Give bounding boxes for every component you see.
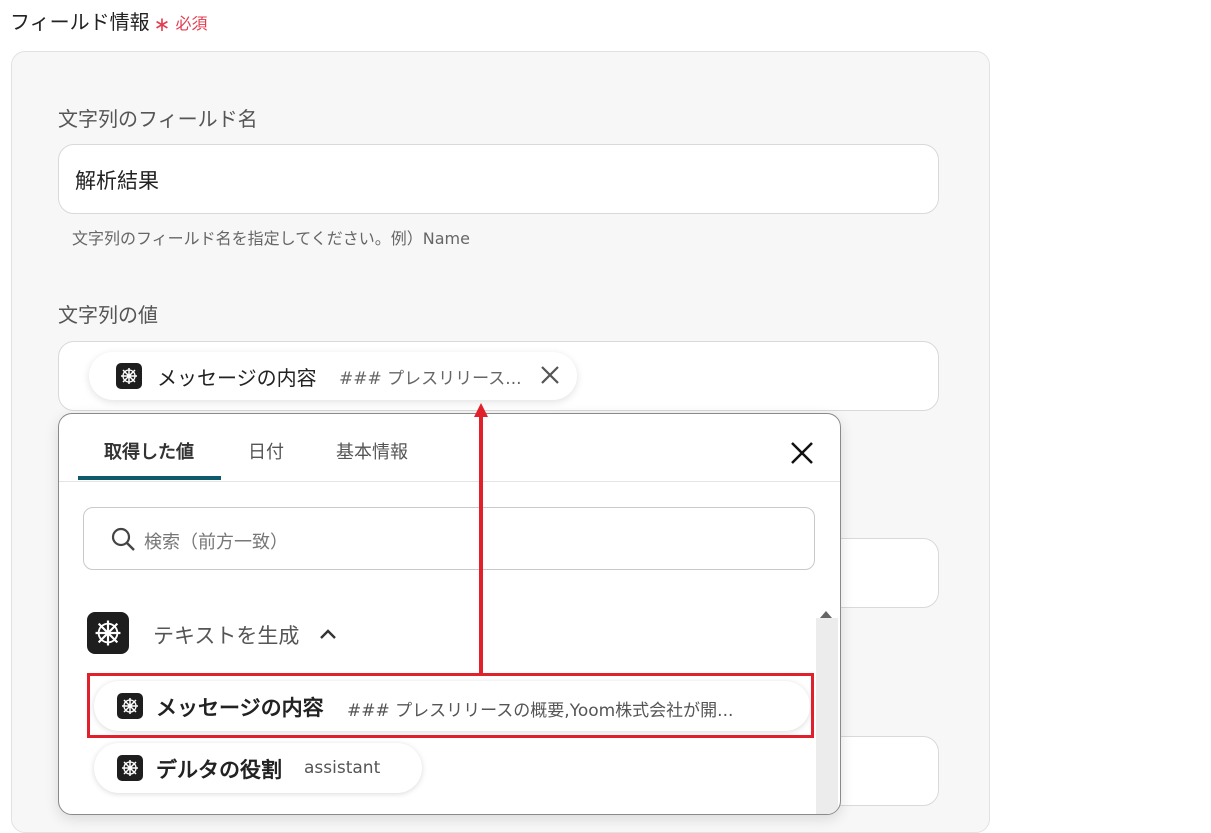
active-tab-indicator <box>78 476 221 480</box>
app-icon <box>116 363 142 389</box>
close-icon[interactable] <box>789 440 815 470</box>
required-indicator: ∗ 必須 <box>153 12 208 36</box>
app-icon <box>87 612 129 654</box>
app-icon <box>117 755 143 781</box>
annotation-highlight-box <box>87 673 814 738</box>
annotation-arrow-head <box>474 403 488 417</box>
chevron-up-icon <box>319 626 337 645</box>
group-text-generation[interactable]: テキストを生成 <box>87 612 387 656</box>
list-item-preview: assistant <box>304 758 381 778</box>
search-icon <box>110 526 136 556</box>
list-item-delta-role[interactable]: デルタの役割 assistant <box>94 743 422 793</box>
tab-divider <box>59 481 840 482</box>
annotation-arrow-line <box>479 415 483 673</box>
search-input[interactable]: 検索（前方一致） <box>83 507 815 570</box>
chip-label: メッセージの内容 <box>157 366 317 390</box>
chip-remove-icon[interactable] <box>539 364 561 390</box>
tab-acquired-values[interactable]: 取得した値 <box>104 438 194 464</box>
tab-basic-info[interactable]: 基本情報 <box>336 438 408 464</box>
field-name-value: 解析結果 <box>75 169 159 193</box>
tab-date[interactable]: 日付 <box>248 438 284 464</box>
field-name-input[interactable]: 解析結果 <box>58 144 939 214</box>
required-asterisk: ∗ <box>153 12 171 36</box>
section-title-text: フィールド情報 <box>10 10 150 34</box>
search-placeholder: 検索（前方一致） <box>144 532 288 553</box>
section-title: フィールド情報 ∗ 必須 <box>10 6 208 36</box>
field-value-label: 文字列の値 <box>58 303 158 327</box>
list-item-label: デルタの役割 <box>156 758 282 782</box>
required-label: 必須 <box>175 14 208 33</box>
scrollbar-track[interactable] <box>816 618 838 814</box>
chip-preview: ### プレスリリース... <box>339 369 522 389</box>
group-label: テキストを生成 <box>153 624 300 648</box>
field-name-label: 文字列のフィールド名 <box>58 107 258 131</box>
value-chip[interactable]: メッセージの内容 ### プレスリリース... <box>89 352 577 400</box>
field-name-hint: 文字列のフィールド名を指定してください。例）Name <box>72 229 470 248</box>
